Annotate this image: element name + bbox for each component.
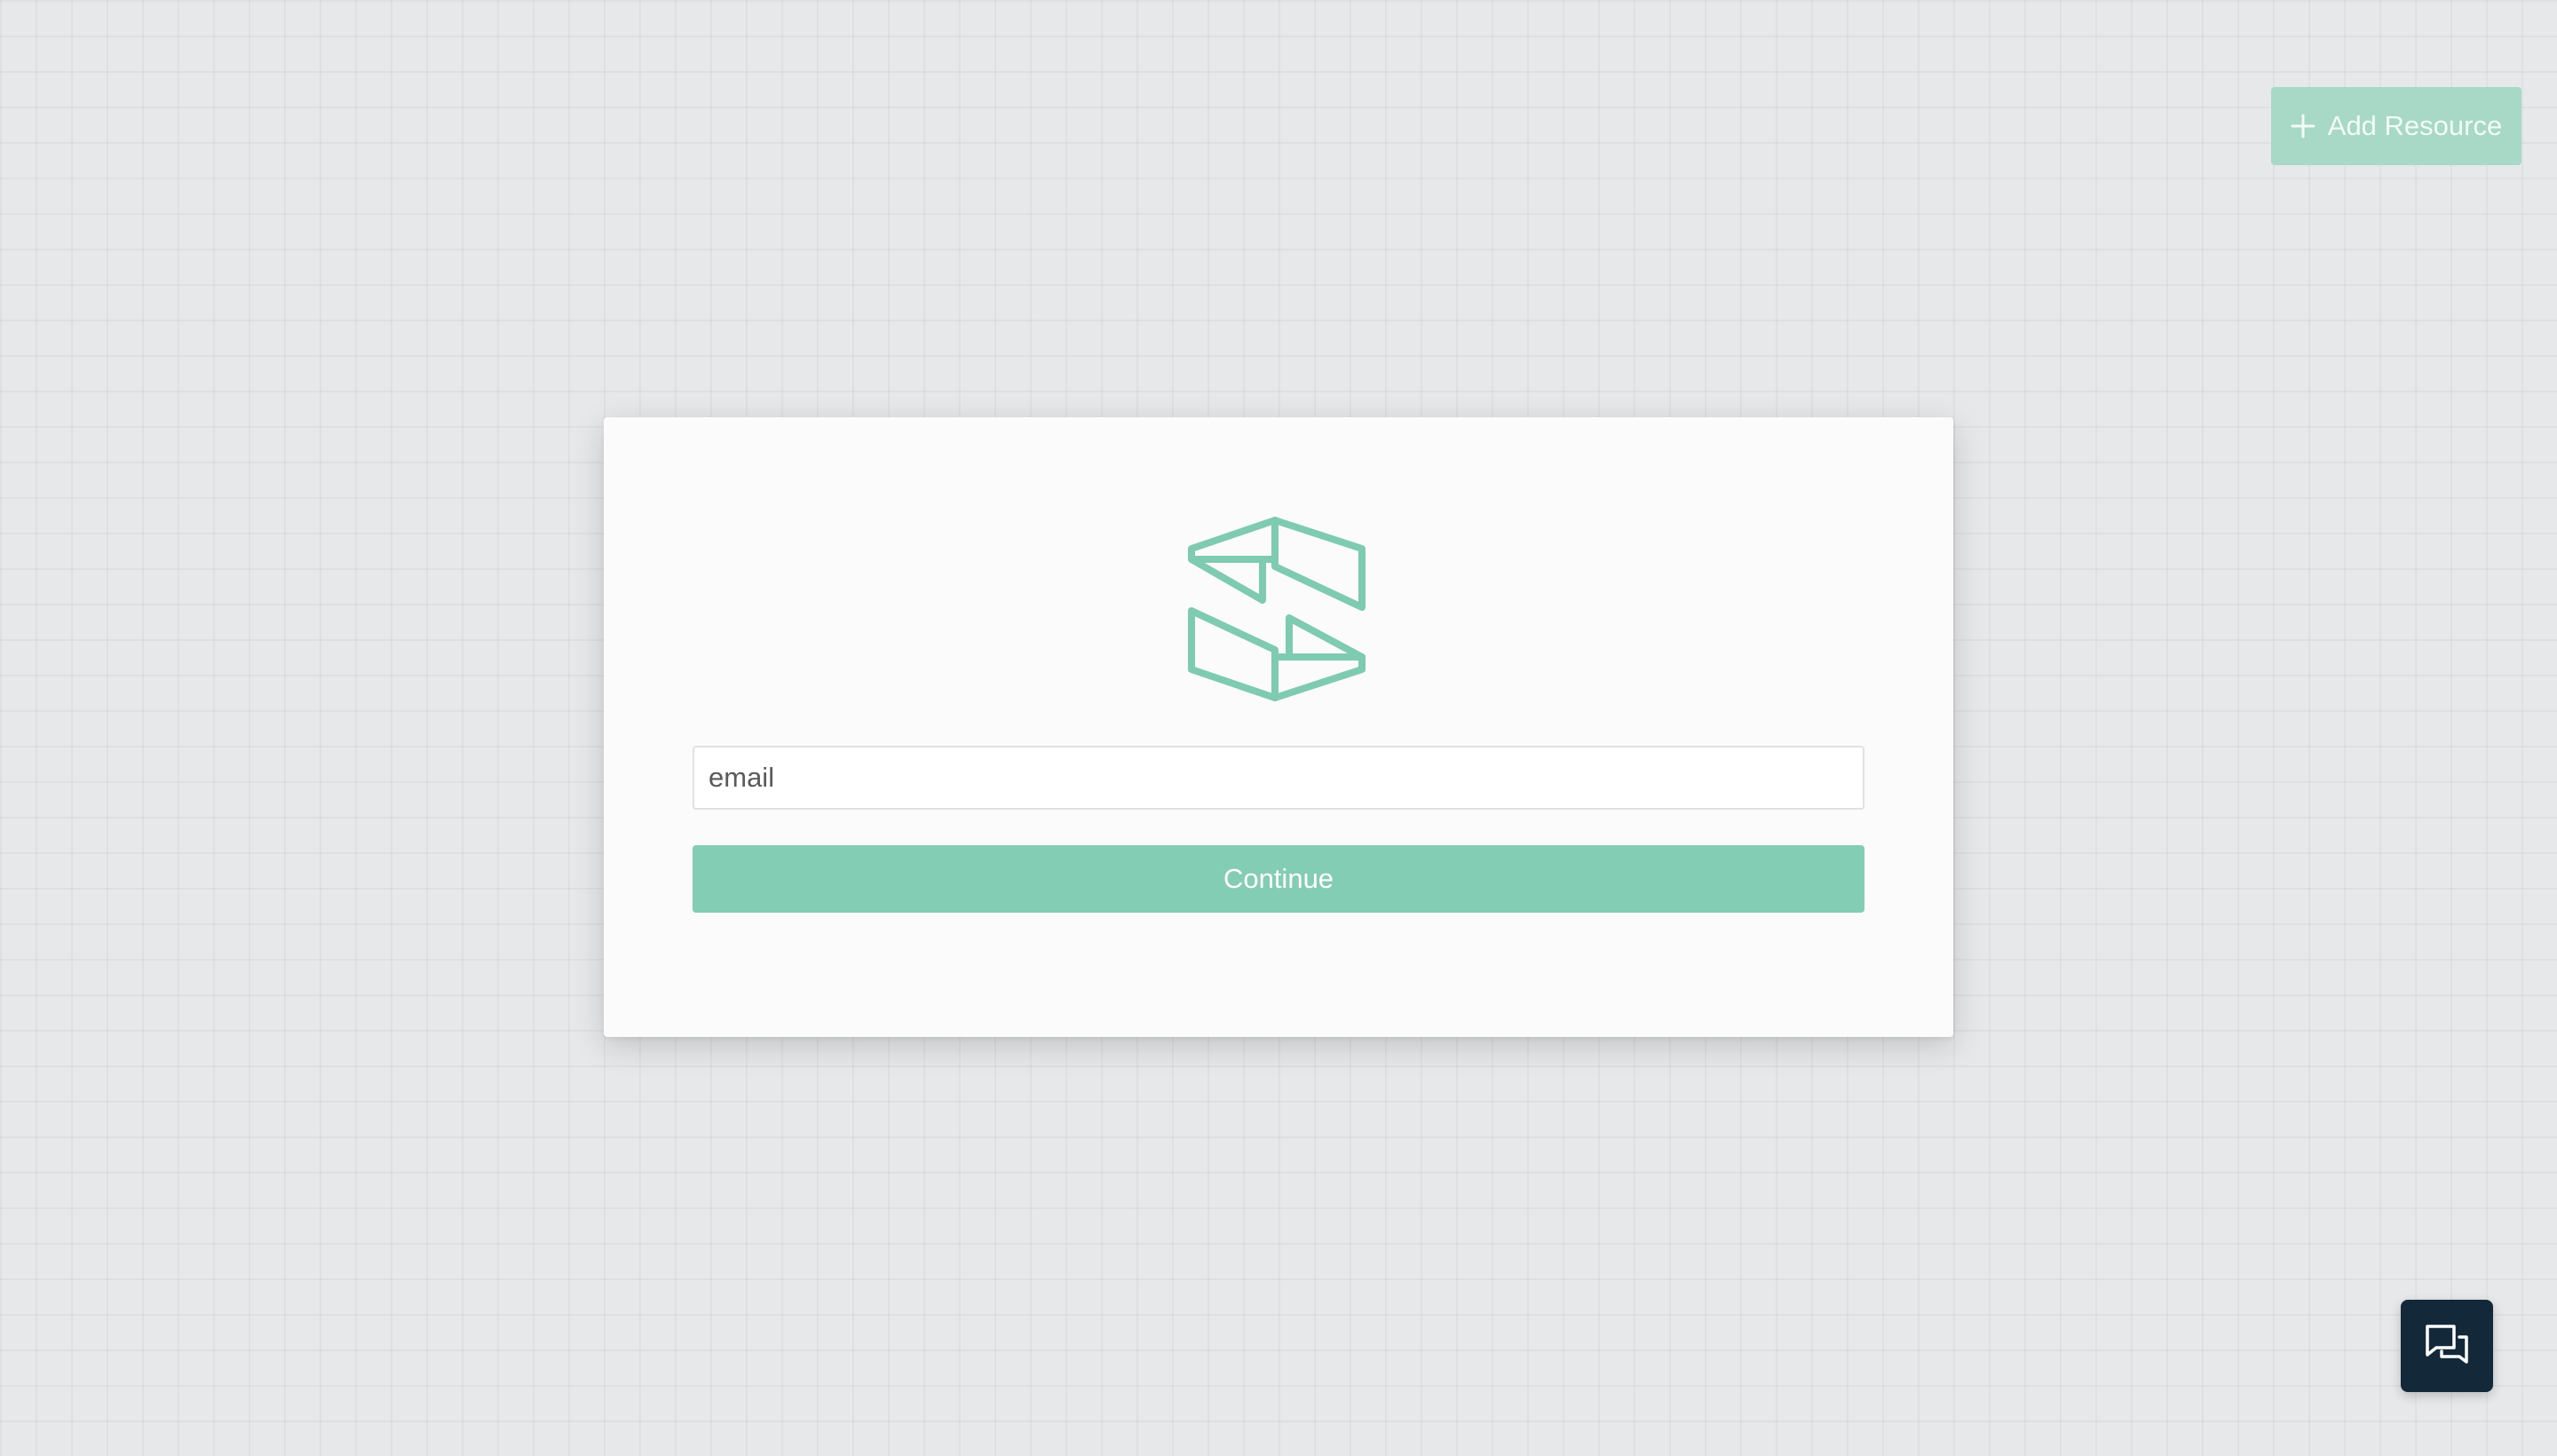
email-input[interactable] xyxy=(693,746,1864,810)
add-resource-button[interactable]: Add Resource xyxy=(2271,87,2521,165)
add-resource-label: Add Resource xyxy=(2327,110,2503,141)
continue-button[interactable]: Continue xyxy=(693,845,1864,913)
login-card: Continue xyxy=(604,417,1953,1037)
plus-icon xyxy=(2291,114,2316,138)
chat-bubbles-icon xyxy=(2426,1325,2468,1364)
chat-button[interactable] xyxy=(2401,1300,2493,1392)
brand-logo-icon xyxy=(1188,517,1366,701)
